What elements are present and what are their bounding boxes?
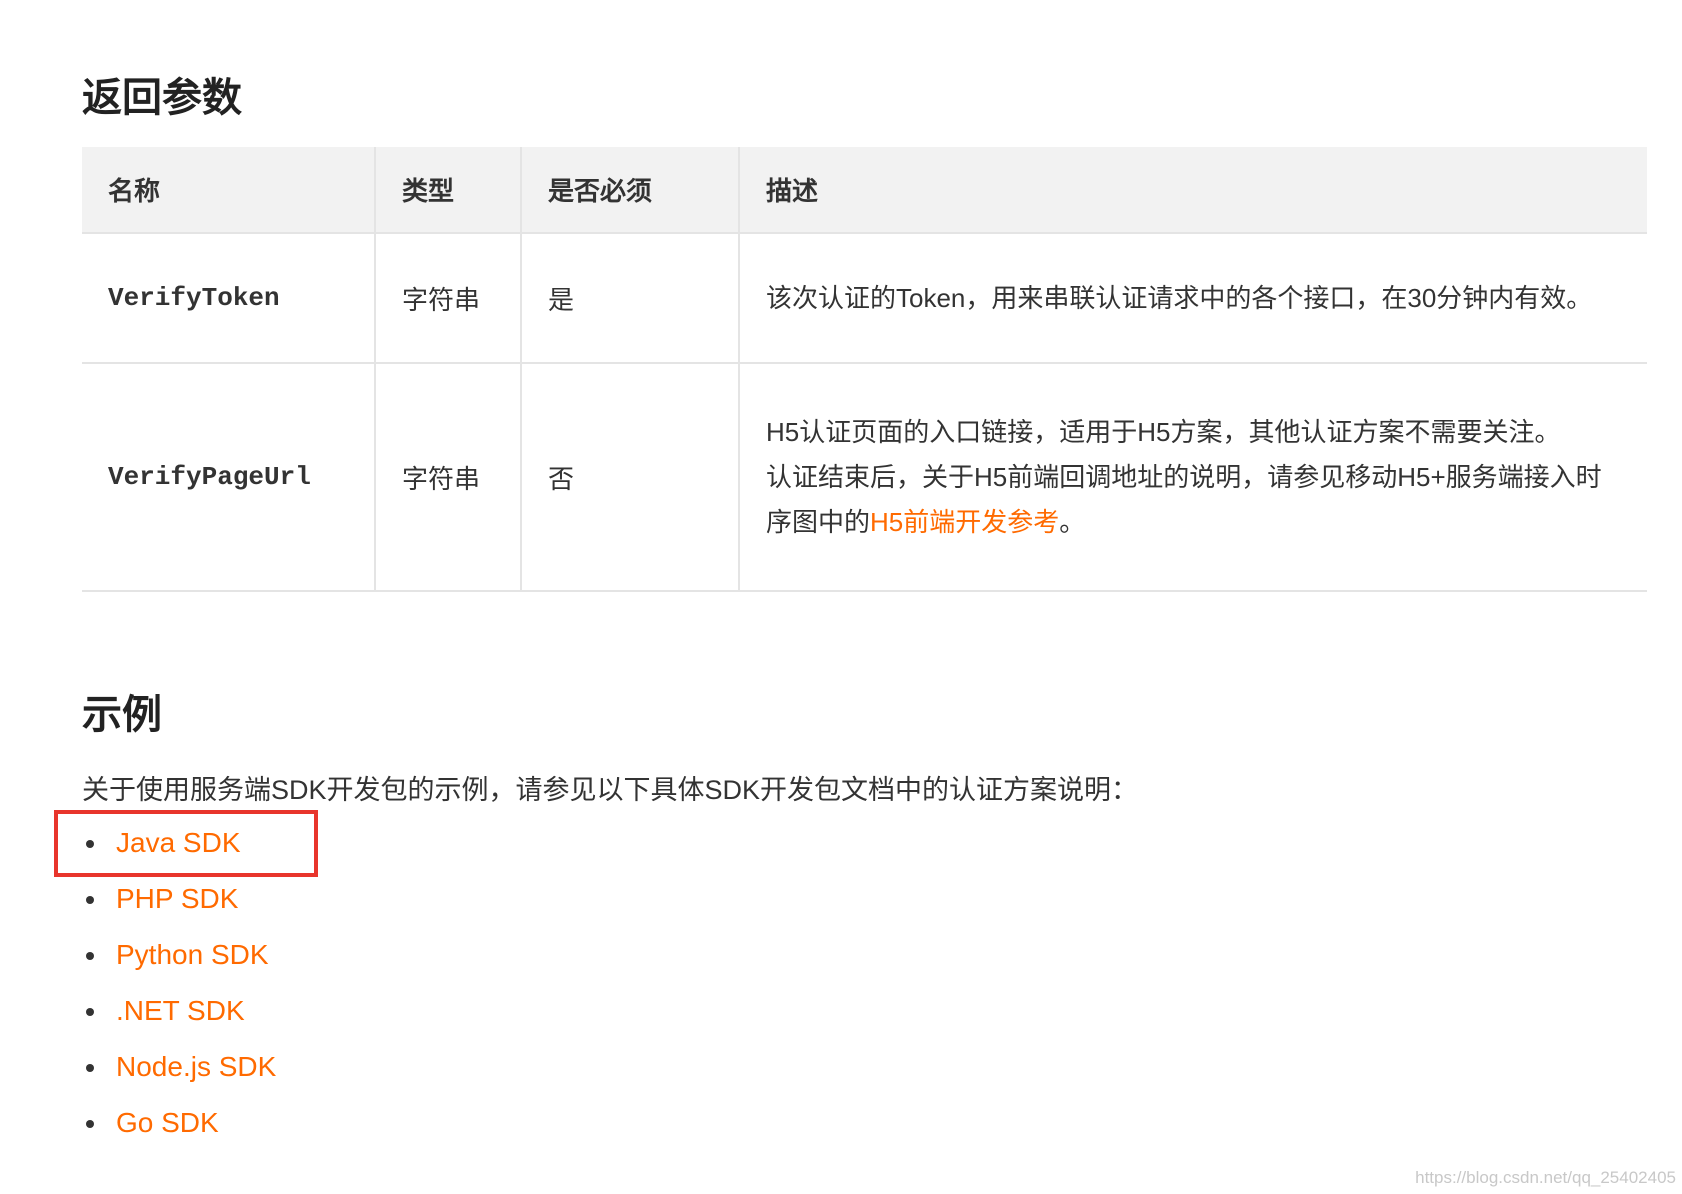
python-sdk-link[interactable]: Python SDK — [116, 939, 269, 970]
table-row: VerifyToken 字符串 是 该次认证的Token，用来串联认证请求中的各… — [82, 233, 1647, 364]
nodejs-sdk-link[interactable]: Node.js SDK — [116, 1051, 276, 1082]
description-line-1: H5认证页面的入口链接，适用于H5方案，其他认证方案不需要关注。 — [766, 416, 1561, 447]
bullet-icon — [86, 952, 94, 960]
highlight-annotation-box — [54, 810, 318, 877]
bullet-icon — [86, 1008, 94, 1016]
param-description: H5认证页面的入口链接，适用于H5方案，其他认证方案不需要关注。 认证结束后，关… — [738, 363, 1647, 592]
php-sdk-link[interactable]: PHP SDK — [116, 883, 238, 914]
param-name: VerifyToken — [82, 233, 375, 364]
bullet-icon — [86, 1120, 94, 1128]
bullet-icon — [86, 896, 94, 904]
list-item: .NET SDK — [82, 983, 276, 1039]
bullet-icon — [86, 1064, 94, 1072]
section-title-example: 示例 — [82, 693, 162, 737]
list-item: PHP SDK — [82, 871, 276, 927]
header-name: 名称 — [82, 147, 375, 234]
param-type: 字符串 — [374, 233, 521, 364]
param-description: 该次认证的Token，用来串联认证请求中的各个接口，在30分钟内有效。 — [738, 233, 1647, 364]
header-type: 类型 — [374, 147, 521, 234]
dotnet-sdk-link[interactable]: .NET SDK — [116, 995, 245, 1026]
header-required: 是否必须 — [520, 147, 739, 234]
go-sdk-link[interactable]: Go SDK — [116, 1107, 219, 1138]
param-required: 否 — [520, 363, 739, 592]
watermark: https://blog.csdn.net/qq_25402405 — [1415, 1168, 1676, 1187]
description-line-2: 认证结束后，关于H5前端回调地址的说明，请参见移动H5+服务端接入时序图中的H5… — [766, 455, 1621, 545]
list-item: Node.js SDK — [82, 1039, 276, 1095]
param-type: 字符串 — [374, 363, 521, 592]
example-intro: 关于使用服务端SDK开发包的示例，请参见以下具体SDK开发包文档中的认证方案说明… — [82, 775, 1139, 805]
param-name: VerifyPageUrl — [82, 363, 375, 592]
section-title-return-params: 返回参数 — [82, 76, 242, 120]
h5-frontend-reference-link[interactable]: H5前端开发参考 — [870, 507, 1059, 537]
list-item: Python SDK — [82, 927, 276, 983]
table-row: VerifyPageUrl 字符串 否 H5认证页面的入口链接，适用于H5方案，… — [82, 363, 1647, 592]
return-params-table: 名称 类型 是否必须 描述 VerifyToken 字符串 是 该次认证的Tok… — [82, 147, 1647, 592]
table-header-row: 名称 类型 是否必须 描述 — [82, 147, 1647, 234]
description-punctuation: 。 — [1059, 506, 1086, 537]
list-item: Go SDK — [82, 1095, 276, 1151]
header-description: 描述 — [738, 147, 1647, 234]
param-required: 是 — [520, 233, 739, 364]
